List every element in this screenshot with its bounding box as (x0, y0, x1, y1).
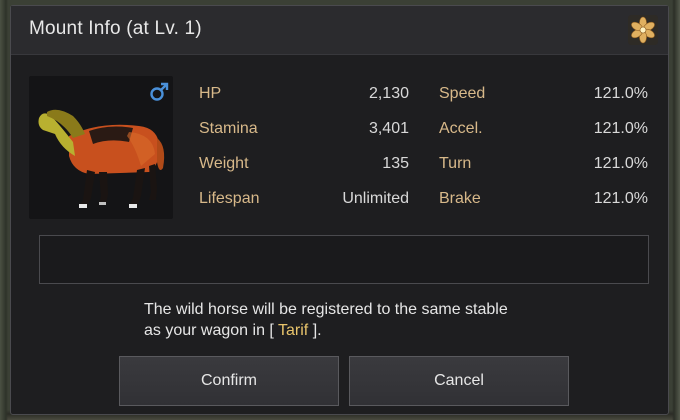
stat-value-turn: 121.0% (593, 155, 648, 172)
mount-name-input[interactable] (39, 235, 649, 284)
dialog-title: Mount Info (at Lv. 1) (29, 18, 202, 39)
stat-value-brake: 121.0% (593, 190, 648, 207)
stat-value-stamina: 3,401 (368, 120, 409, 137)
stat-value-accel: 121.0% (593, 120, 648, 137)
flower-emblem-icon[interactable] (628, 15, 658, 45)
stat-value-weight: 135 (382, 155, 409, 172)
stat-label-turn: Turn (439, 155, 472, 172)
title-bar: Mount Info (at Lv. 1) (11, 6, 668, 55)
horse-portrait (29, 76, 173, 219)
stat-value-speed: 121.0% (593, 85, 648, 102)
message-line-2: as your wagon in [ Tarif ]. (144, 320, 584, 341)
confirm-button[interactable]: Confirm (119, 356, 339, 406)
registration-message: The wild horse will be registered to the… (144, 299, 584, 341)
stat-value-lifespan: Unlimited (342, 190, 409, 207)
stat-label-lifespan: Lifespan (199, 190, 260, 207)
stat-label-speed: Speed (439, 85, 486, 102)
message-line-2-suffix: ]. (308, 322, 322, 339)
stat-label-hp: HP (199, 85, 222, 102)
stat-label-stamina: Stamina (199, 120, 258, 137)
stat-label-accel: Accel. (439, 120, 483, 137)
stable-location: Tarif (278, 322, 309, 339)
stat-label-brake: Brake (439, 190, 481, 207)
message-line-1: The wild horse will be registered to the… (144, 301, 508, 318)
mount-info-dialog: Mount Info (at Lv. 1) HP 2,130 Stamina 3… (10, 5, 669, 415)
stat-value-hp: 2,130 (368, 85, 409, 102)
stat-label-weight: Weight (199, 155, 249, 172)
cancel-button[interactable]: Cancel (349, 356, 569, 406)
message-line-2-prefix: as your wagon in [ (144, 322, 279, 339)
male-icon (150, 82, 169, 101)
